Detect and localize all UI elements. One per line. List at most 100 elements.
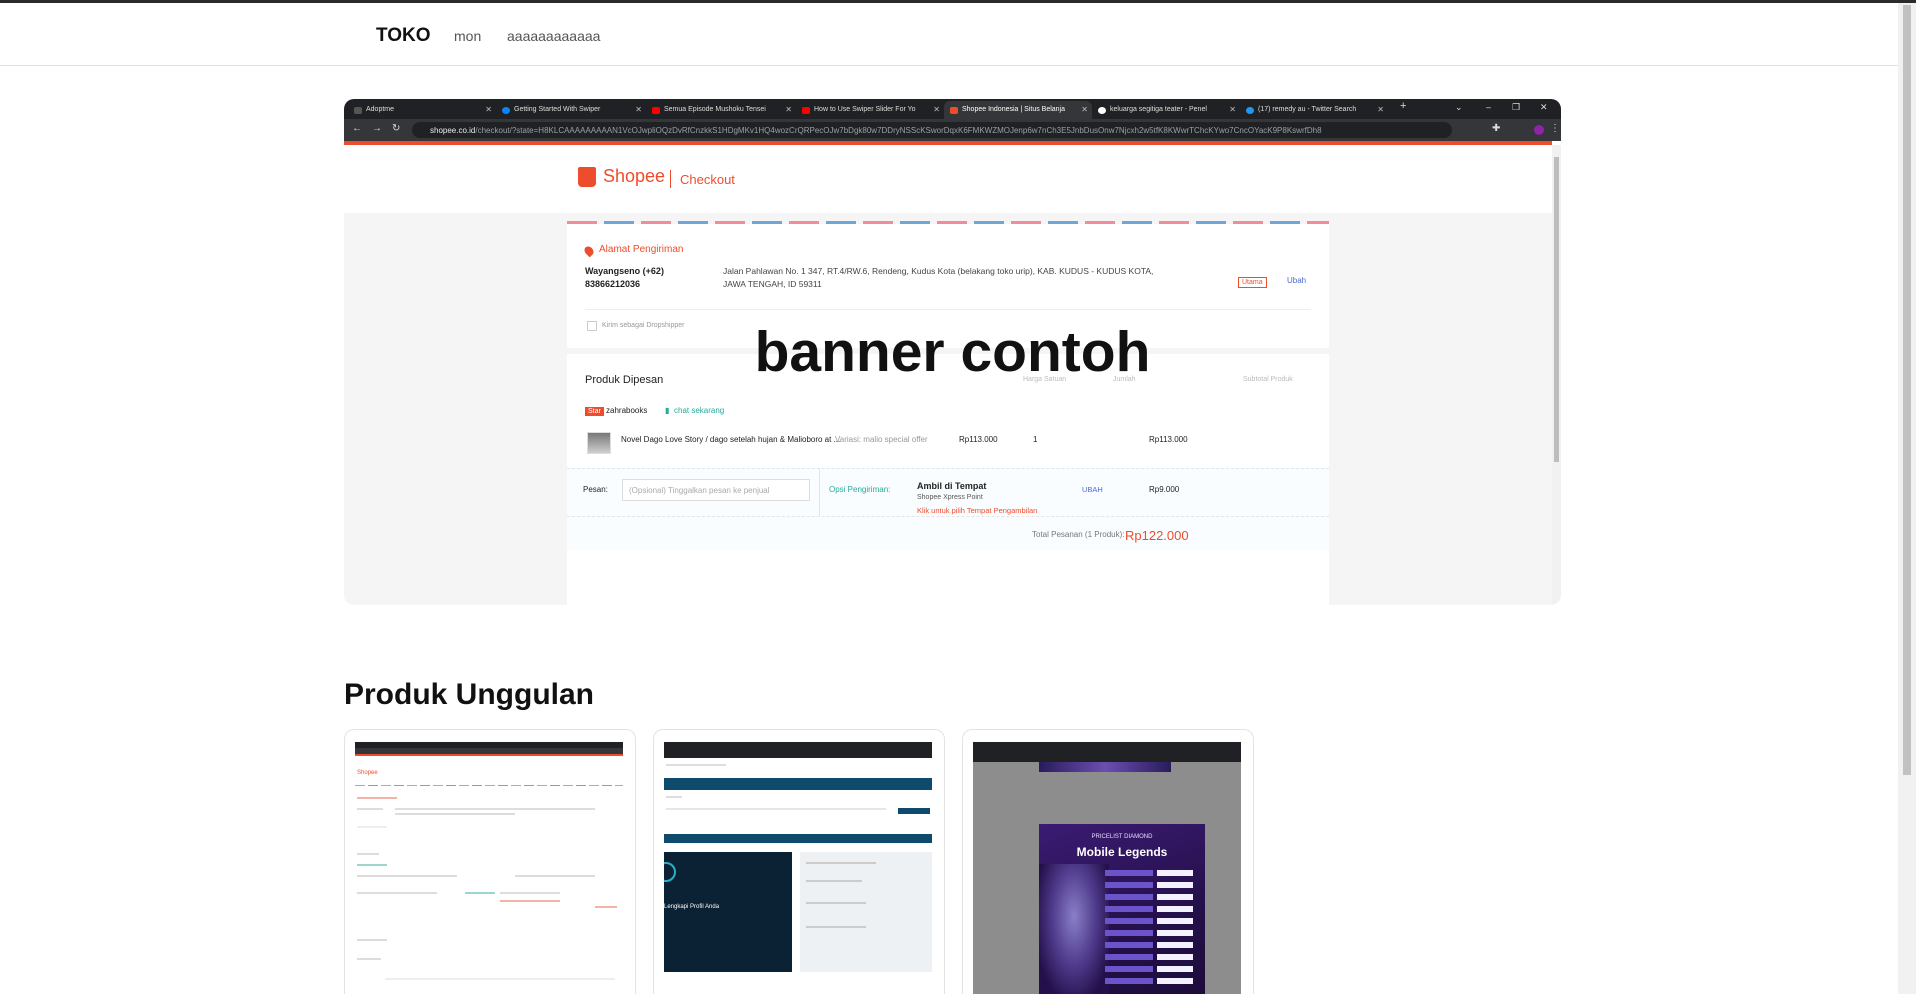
- youtube-icon: [652, 107, 660, 114]
- text-line: [465, 892, 495, 894]
- price-row: [1105, 918, 1195, 924]
- browser-tab: keluarga segitiga teater - Penel ✕: [1092, 101, 1240, 119]
- inner-scrollbar-thumb: [1554, 157, 1559, 462]
- shopee-icon: [950, 107, 958, 114]
- banner-slide[interactable]: Adoptme ✕ Getting Started With Swiper ✕ Se…: [344, 99, 1561, 605]
- price-row: [1105, 930, 1195, 936]
- text-line: [806, 880, 862, 882]
- message-input[interactable]: (Opsional) Tinggalkan pesan ke penjual: [622, 479, 810, 501]
- url-host: shopee.co.id: [430, 126, 476, 135]
- product-card-profile[interactable]: Lengkapi Profil Anda: [653, 729, 945, 994]
- address-text-line2: JAWA TENGAH, ID 59311: [723, 279, 822, 289]
- text-line: [357, 875, 457, 877]
- location-pin-icon: [582, 244, 596, 258]
- shopee-brand: Shopee: [603, 166, 666, 186]
- text-line: [395, 813, 515, 815]
- divider: [585, 309, 1311, 310]
- browser-tab-title: How to Use Swiper Slider For Yo: [814, 106, 916, 113]
- page-scrollbar[interactable]: [1898, 3, 1916, 994]
- checkout-sheet: Alamat Pengiriman Wayangseno (+62) 83866…: [567, 221, 1329, 605]
- button-shape: [898, 808, 930, 814]
- shopee-header: Shopee Checkout: [344, 145, 1552, 213]
- poster-subtitle: PRICELIST DIAMOND: [1091, 834, 1153, 840]
- checkout-title: Checkout: [680, 172, 735, 187]
- browser-tab: Getting Started With Swiper ✕: [496, 101, 646, 119]
- shop-name: zahrabooks: [606, 406, 648, 415]
- new-tab-icon: +: [1400, 100, 1407, 112]
- text-line: [666, 764, 726, 766]
- poster-title: Mobile Legends: [1076, 845, 1168, 859]
- order-total: Rp122.000: [1125, 528, 1189, 543]
- close-icon: ✕: [485, 105, 492, 114]
- forward-icon: →: [372, 123, 382, 134]
- page-scrollbar-thumb[interactable]: [1903, 5, 1911, 775]
- text-line: [666, 808, 886, 810]
- browser-tab-title: keluarga segitiga teater - Penel: [1110, 106, 1207, 113]
- recipient-name: Wayangseno (+62): [585, 266, 664, 276]
- close-icon: ✕: [1377, 105, 1384, 114]
- address-text: Jalan Pahlawan No. 1 347, RT.4/RW.6, Ren…: [723, 266, 1154, 276]
- text-line: [500, 900, 560, 902]
- price-row: [1105, 942, 1195, 948]
- google-icon: [1098, 107, 1106, 114]
- chat-now-link[interactable]: chat sekarang: [674, 406, 724, 415]
- nav-link-aaaa[interactable]: aaaaaaaaaaaa: [507, 28, 600, 44]
- brand-logo[interactable]: TOKO: [376, 25, 431, 47]
- nav-link-mon[interactable]: mon: [454, 28, 481, 44]
- site-band: [664, 834, 932, 843]
- text-line: [806, 926, 866, 928]
- site-header-bar: [664, 778, 932, 790]
- product-name: Novel Dago Love Story / dago setelah huj…: [621, 435, 841, 444]
- url-path: /checkout/?state=H8KLCAAAAAAAAAN1VcOJwpl…: [475, 126, 1322, 135]
- section-title: Produk Unggulan: [344, 678, 594, 711]
- tab-favicon-icon: [502, 107, 510, 114]
- hero-illustration: [1039, 864, 1109, 994]
- order-total-label: Total Pesanan (1 Produk):: [1032, 530, 1125, 539]
- text-line: [357, 864, 387, 866]
- chevron-down-icon: ⌄: [1455, 102, 1463, 112]
- price-row: [1105, 978, 1195, 984]
- unit-price: Rp113.000: [959, 435, 998, 444]
- browser-tab-title: Semua Episode Mushoku Tensei: [664, 106, 766, 113]
- shipping-sub: Shopee Xpress Point: [917, 494, 983, 501]
- pickup-point-link[interactable]: Klik untuk pilih Tempat Pengambilan: [917, 506, 1037, 515]
- divider: [819, 469, 820, 519]
- text-line: [357, 958, 381, 960]
- menu-icon: ⋮: [1550, 123, 1560, 134]
- text-line: [357, 826, 387, 828]
- back-icon: ←: [352, 123, 362, 134]
- products-card: Produk Dipesan Harga Satuan Jumlah Subto…: [567, 354, 1329, 605]
- browser-tab: Adoptme ✕: [348, 101, 496, 119]
- close-icon: ✕: [1081, 105, 1088, 114]
- browser-tab: (17) remedy au - Twitter Search ✕: [1240, 101, 1388, 119]
- address-heading: Alamat Pengiriman: [599, 244, 684, 255]
- change-shipping-button[interactable]: UBAH: [1082, 485, 1103, 494]
- reload-icon: ↻: [392, 123, 401, 134]
- extensions-icon: ✚: [1492, 123, 1501, 134]
- close-icon: ✕: [1229, 105, 1236, 114]
- text-line: [385, 978, 615, 980]
- price-row: [1105, 870, 1195, 876]
- text-line: [666, 796, 682, 798]
- recipient-phone: 83866212036: [585, 279, 641, 289]
- shopee-top-bar: [355, 754, 623, 756]
- text-line: [515, 875, 595, 877]
- browser-tab-title: Shopee Indonesia | Situs Belanja: [962, 106, 1066, 113]
- poster-top-strip: [1039, 762, 1171, 772]
- text-line: [357, 808, 383, 810]
- product-card-mobile-legends[interactable]: PRICELIST DIAMOND Mobile Legends: [962, 729, 1254, 994]
- change-address-link[interactable]: Ubah: [1287, 276, 1306, 285]
- browser-tab: How to Use Swiper Slider For Yo ✕: [796, 101, 944, 119]
- product-card-shopee-checkout[interactable]: Shopee: [344, 729, 636, 994]
- address-bar: shopee.co.id/checkout/?state=H8KLCAAAAAA…: [412, 122, 1452, 138]
- twitter-icon: [1246, 107, 1254, 114]
- browser-address-row: ← → ↻ shopee.co.id/checkout/?state=H8KLC…: [344, 119, 1561, 141]
- text-line: [395, 808, 595, 810]
- browser-tab-active: Shopee Indonesia | Situs Belanja ✕: [944, 101, 1092, 119]
- avatar: [1534, 125, 1544, 135]
- navbar: TOKO mon aaaaaaaaaaaa: [0, 3, 1898, 66]
- star-seller-badge: Star: [585, 407, 604, 416]
- product-subtotal: Rp113.000: [1149, 435, 1188, 444]
- browser-tab-strip: [664, 742, 932, 758]
- browser-tab-strip: Adoptme ✕ Getting Started With Swiper ✕ Se…: [344, 99, 1561, 119]
